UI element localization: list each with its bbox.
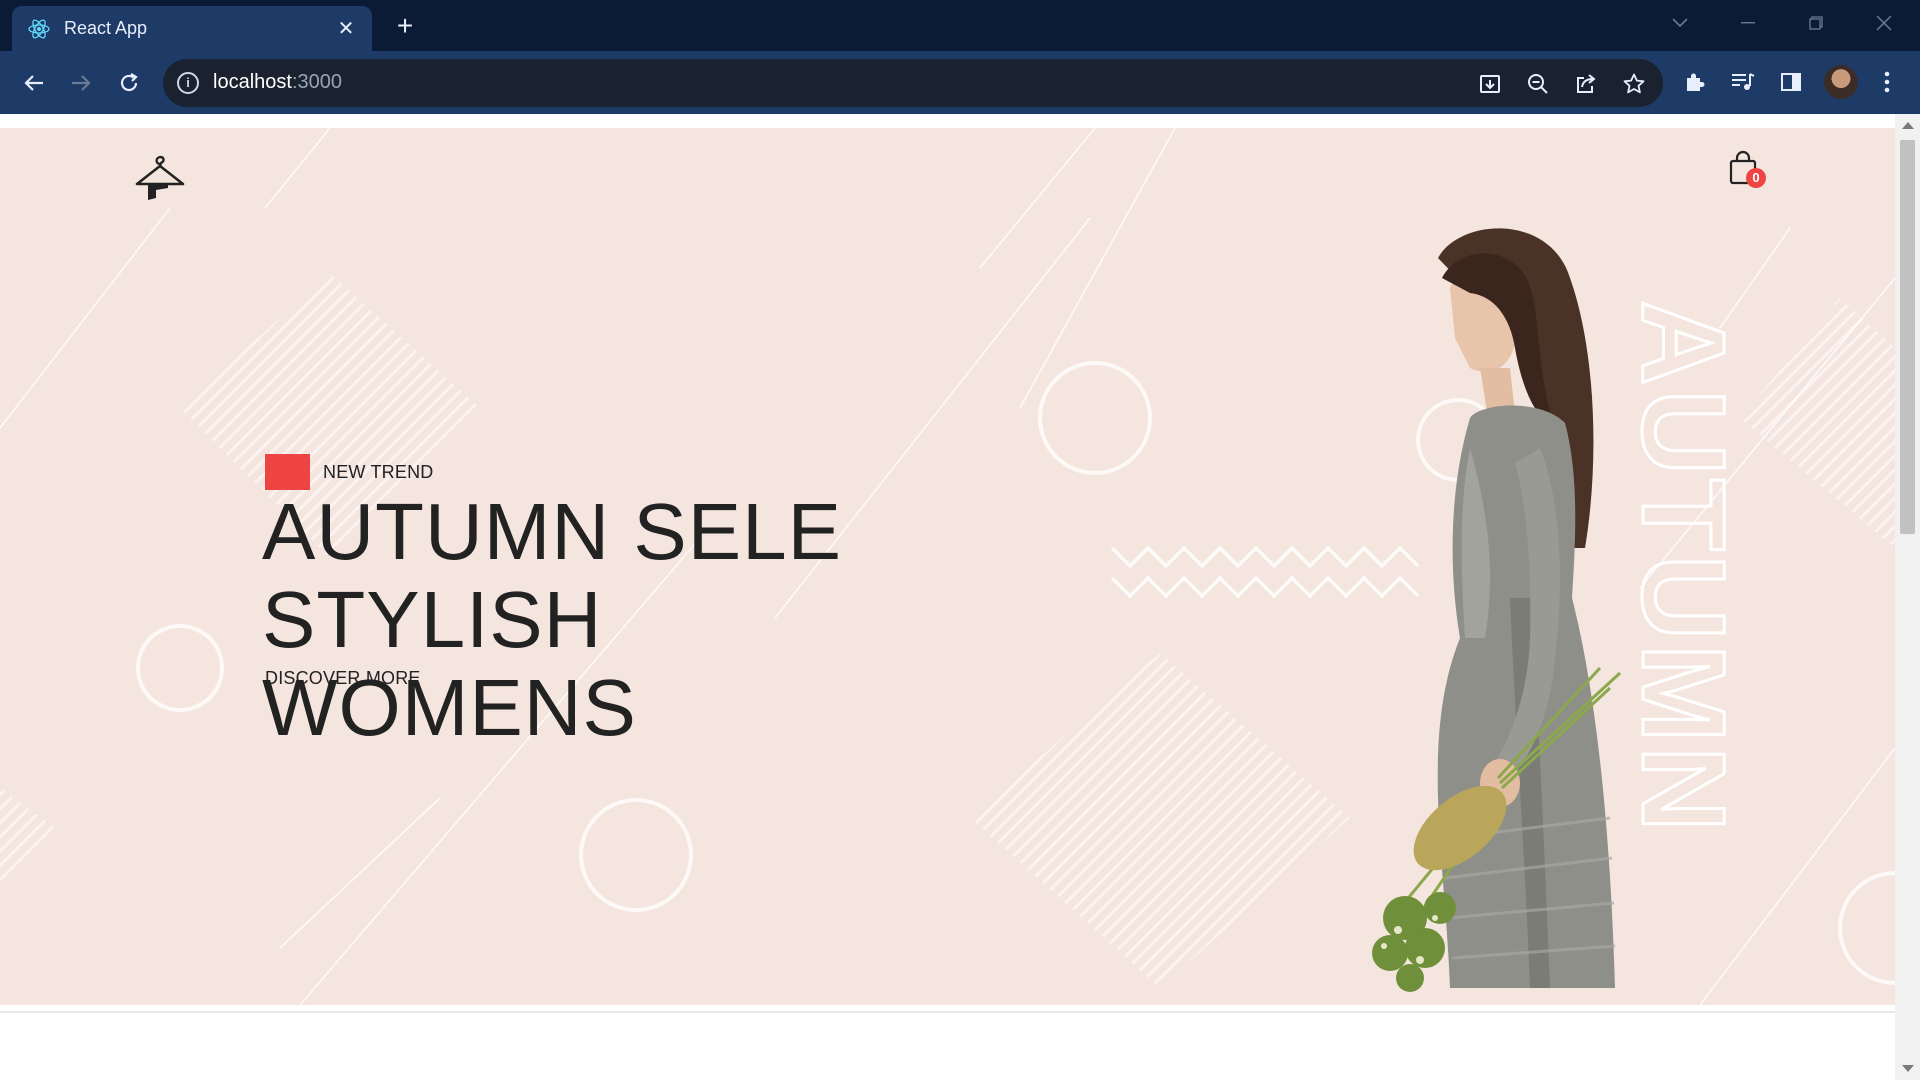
hero-banner: AUTUMN 0 NEW TREND AUTUMN SELE STYLISH W… <box>0 128 1895 1005</box>
forward-arrow-icon[interactable] <box>63 65 99 101</box>
plus-icon[interactable]: + <box>390 12 420 42</box>
profile-avatar[interactable] <box>1824 65 1858 99</box>
minimize-icon[interactable] <box>1728 8 1768 38</box>
share-icon[interactable] <box>1573 71 1599 97</box>
menu-dots-icon[interactable] <box>1872 67 1902 97</box>
url-text: localhost:3000 <box>213 71 342 93</box>
section-divider <box>0 1011 1895 1013</box>
page-viewport: AUTUMN 0 NEW TREND AUTUMN SELE STYLISH W… <box>0 114 1895 1080</box>
page-scrollbar[interactable] <box>1895 114 1920 1080</box>
trend-label: NEW TREND <box>323 462 434 482</box>
cart-count-badge: 0 <box>1746 168 1766 188</box>
discover-more-link[interactable]: DISCOVER MORE <box>265 668 421 689</box>
react-logo-icon <box>28 18 50 40</box>
tab-title: React App <box>64 18 148 38</box>
window-close-icon[interactable] <box>1864 8 1904 38</box>
scrollbar-thumb[interactable] <box>1900 140 1915 534</box>
restore-icon[interactable] <box>1796 8 1836 38</box>
model-photo <box>1372 228 1622 992</box>
scroll-up-icon[interactable] <box>1902 122 1914 129</box>
tab-search-chevron-icon[interactable] <box>1660 8 1700 38</box>
star-icon[interactable] <box>1621 71 1647 97</box>
info-icon[interactable]: i <box>177 72 199 94</box>
back-arrow-icon[interactable] <box>16 65 52 101</box>
zoom-out-icon[interactable] <box>1525 71 1551 97</box>
extensions-icon[interactable] <box>1680 67 1710 97</box>
browser-toolbar: i localhost:3000 <box>0 51 1920 114</box>
side-panel-icon[interactable] <box>1776 67 1806 97</box>
browser-tab-active[interactable]: React App ✕ <box>12 6 372 51</box>
trend-accent-box <box>265 454 310 490</box>
scroll-down-icon[interactable] <box>1902 1065 1914 1072</box>
browser-titlebar: React App ✕ + <box>0 0 1920 51</box>
install-icon[interactable] <box>1477 71 1503 97</box>
hero-headline: AUTUMN SELE STYLISH WOMENS <box>262 487 842 752</box>
hanger-logo-icon[interactable] <box>134 154 186 202</box>
close-icon[interactable]: ✕ <box>334 17 358 41</box>
media-icon[interactable] <box>1728 67 1758 97</box>
reload-icon[interactable] <box>111 65 147 101</box>
address-bar[interactable]: i localhost:3000 <box>163 59 1663 107</box>
